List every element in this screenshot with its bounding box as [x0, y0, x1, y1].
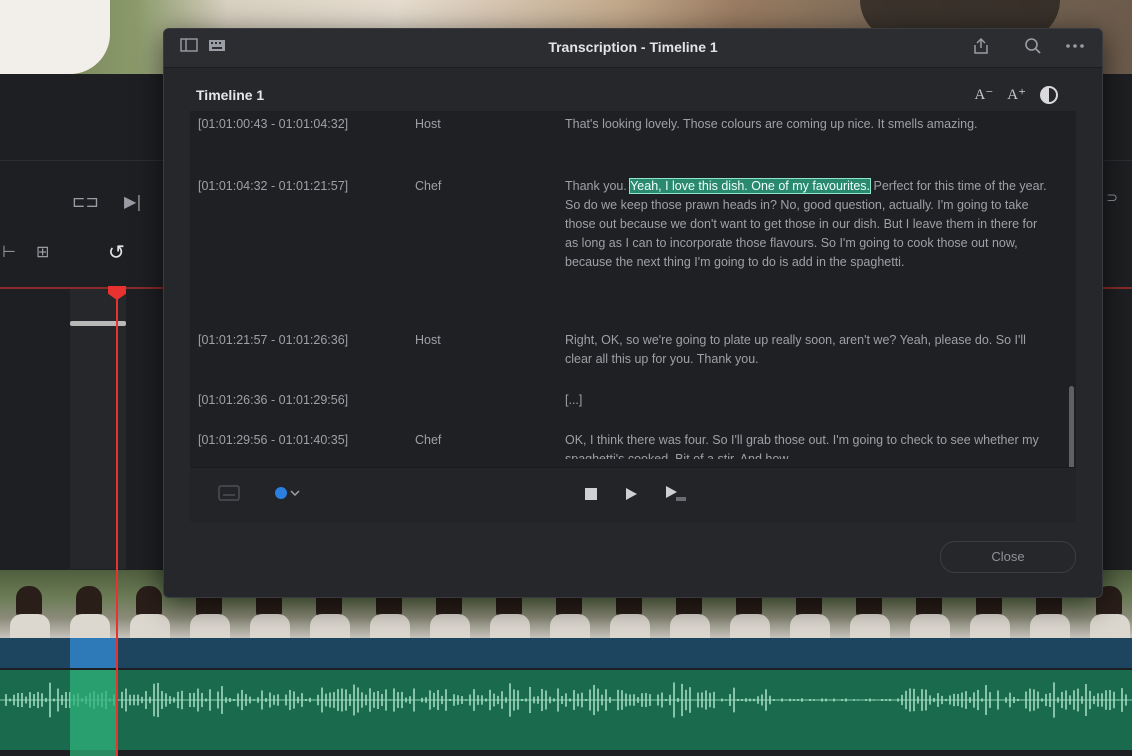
loop-icon[interactable]: ⊏⊐: [72, 192, 99, 211]
more-options-icon[interactable]: [1064, 37, 1086, 55]
transcription-dialog: Transcription - Timeline 1 Timeline 1 A⁻…: [163, 28, 1103, 598]
transcript-text[interactable]: That's looking lovely. Those colours are…: [565, 115, 1047, 134]
speaker: Host: [415, 117, 441, 131]
timeline-name: Timeline 1: [196, 87, 265, 103]
zoom-icon[interactable]: ⊃: [1106, 190, 1118, 206]
timecode[interactable]: [01:01:29:56 - 01:01:40:35]: [198, 431, 398, 450]
video-clip-bar[interactable]: [0, 638, 1132, 668]
speaker: Host: [415, 333, 441, 347]
timeline-toolbar: ⊏⊐ ▶| ⊢ ⊞ ↺: [0, 160, 170, 300]
transcript-text[interactable]: Thank you. Yeah, I love this dish. One o…: [565, 177, 1047, 272]
next-frame-icon[interactable]: ▶|: [124, 192, 142, 211]
trim-icon[interactable]: ⊢: [2, 242, 16, 261]
transcript-text[interactable]: OK, I think there was four. So I'll grab…: [565, 431, 1047, 459]
font-decrease-button[interactable]: A⁻: [975, 85, 994, 104]
audio-waveform: [0, 682, 1132, 718]
davinci-resolve-workspace: ⊏⊐ ▶| ⊢ ⊞ ↺ ⊃ Transcription - Timeline 1: [0, 0, 1132, 756]
speaker-color-dropdown[interactable]: [274, 485, 304, 505]
font-controls: A⁻ A⁺: [975, 85, 1058, 104]
timecode[interactable]: [01:01:21:57 - 01:01:26:36]: [198, 331, 398, 350]
play-selection-icon[interactable]: [664, 485, 688, 507]
selected-text[interactable]: Yeah, I love this dish. One of my favour…: [629, 178, 872, 194]
close-button[interactable]: Close: [940, 541, 1076, 573]
audio-selection: [70, 670, 116, 756]
timecode[interactable]: [01:01:04:32 - 01:01:21:57]: [198, 177, 398, 196]
timecode[interactable]: [01:01:26:36 - 01:01:29:56]: [198, 391, 398, 410]
playback-controls: [190, 467, 1076, 522]
transcript-list[interactable]: [01:01:00:43 - 01:01:04:32] Host That's …: [190, 111, 1052, 459]
snap-icon[interactable]: ↺: [108, 240, 125, 264]
export-icon[interactable]: [972, 37, 990, 55]
thumbnail-frame: [0, 570, 61, 638]
speaker: Chef: [415, 433, 442, 447]
clip-selection: [70, 638, 116, 668]
thumbnail-frame: [60, 570, 121, 638]
dialog-titlebar: Transcription - Timeline 1: [164, 29, 1102, 68]
dialog-title: Transcription - Timeline 1: [548, 39, 718, 55]
captions-icon[interactable]: [218, 484, 240, 506]
timecode[interactable]: [01:01:00:43 - 01:01:04:32]: [198, 115, 398, 134]
speaker: Chef: [415, 179, 442, 193]
search-icon[interactable]: [1024, 37, 1042, 55]
transcript-text[interactable]: Right, OK, so we're going to plate up re…: [565, 331, 1047, 369]
play-icon[interactable]: [624, 486, 638, 505]
contrast-toggle-icon[interactable]: [1040, 85, 1058, 104]
transcript-text[interactable]: [...]: [565, 391, 1047, 410]
insert-icon[interactable]: ⊞: [36, 242, 49, 261]
transcript-scrollbar[interactable]: [1069, 386, 1074, 472]
font-increase-button[interactable]: A⁺: [1007, 85, 1026, 104]
stop-icon[interactable]: [584, 486, 598, 505]
playhead[interactable]: [116, 292, 118, 756]
